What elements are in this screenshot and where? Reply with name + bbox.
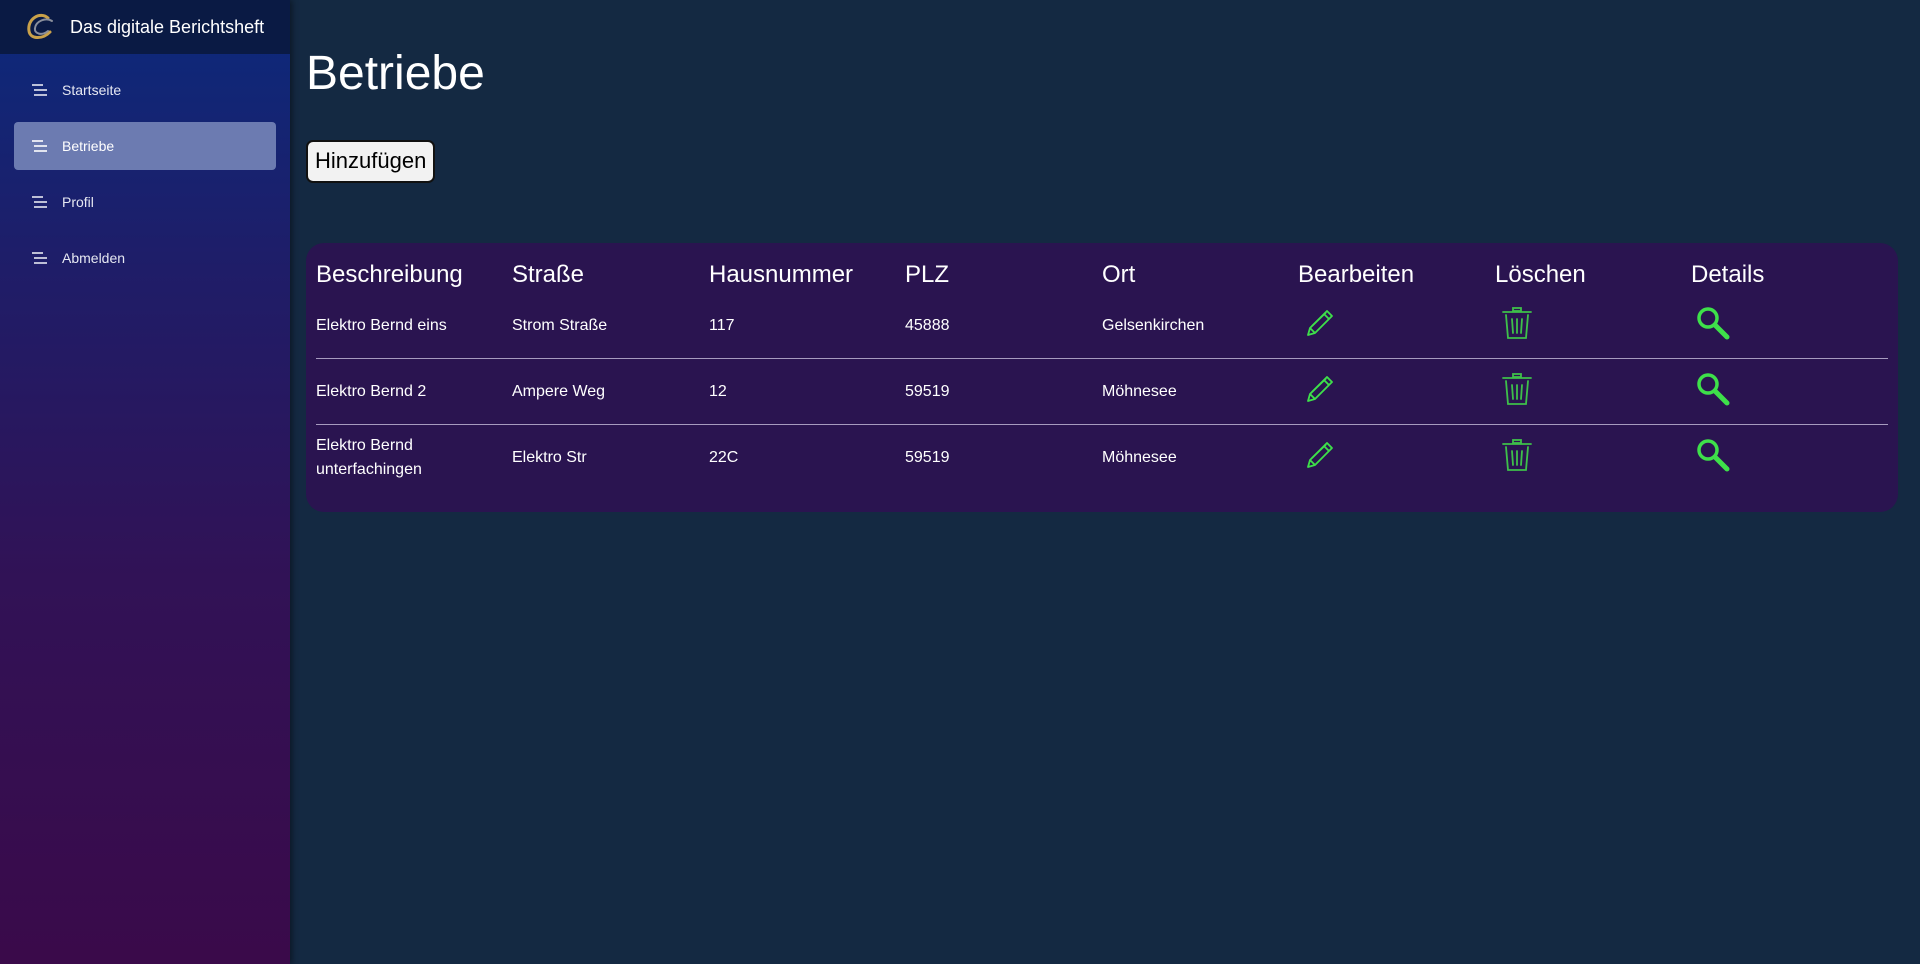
page-title: Betriebe xyxy=(306,47,485,100)
sidebar-item-profil[interactable]: Profil xyxy=(14,178,276,226)
trash-icon[interactable] xyxy=(1499,437,1535,473)
column-header-plz: PLZ xyxy=(905,261,950,288)
sidebar: Das digitale Berichtsheft Startseite Bet… xyxy=(0,0,290,964)
magnifier-icon[interactable] xyxy=(1695,305,1731,341)
cell-delete xyxy=(1495,293,1691,359)
sidebar-item-startseite[interactable]: Startseite xyxy=(14,66,276,114)
sidebar-item-label: Startseite xyxy=(62,82,122,98)
column-header-ort: Ort xyxy=(1102,261,1136,288)
menu-lines-icon xyxy=(32,84,47,96)
betriebe-table: Beschreibung Straße Hausnummer PLZ Ort B… xyxy=(316,257,1888,490)
column-header-beschreibung: Beschreibung xyxy=(316,261,463,288)
column-header-hausnummer: Hausnummer xyxy=(709,261,854,288)
cell-strasse: Elektro Str xyxy=(512,448,587,466)
sidebar-item-betriebe[interactable]: Betriebe xyxy=(14,122,276,170)
brand-header: Das digitale Berichtsheft xyxy=(0,0,290,54)
add-button[interactable]: Hinzufügen xyxy=(306,140,436,183)
cell-hausnummer: 22C xyxy=(709,448,739,466)
cell-edit xyxy=(1298,358,1495,425)
menu-lines-icon xyxy=(32,252,47,264)
cell-ort: Möhnesee xyxy=(1102,448,1177,466)
table-header-row: Beschreibung Straße Hausnummer PLZ Ort B… xyxy=(316,257,1888,293)
cell-plz: 59519 xyxy=(905,448,950,466)
cell-beschreibung: Elektro Bernd 2 xyxy=(316,358,512,425)
cell-ort: Gelsenkirchen xyxy=(1102,293,1298,359)
table-row: Elektro Bernd 2 Ampere Weg 12 59519 Möhn… xyxy=(316,358,1888,425)
sidebar-item-label: Profil xyxy=(62,194,94,210)
cell-ort: Möhnesee xyxy=(1102,358,1298,425)
pencil-icon[interactable] xyxy=(1302,437,1338,473)
cell-beschreibung: Elektro Bernd unterfachingen xyxy=(316,436,422,478)
cell-details xyxy=(1691,358,1888,425)
pencil-icon[interactable] xyxy=(1302,305,1338,341)
betriebe-table-card: Beschreibung Straße Hausnummer PLZ Ort B… xyxy=(306,243,1898,512)
column-header-strasse: Straße xyxy=(512,261,585,288)
trash-icon[interactable] xyxy=(1499,371,1535,407)
cell-delete xyxy=(1495,425,1691,491)
cell-plz: 45888 xyxy=(905,293,1102,359)
cell-hausnummer: 117 xyxy=(709,293,905,359)
menu-lines-icon xyxy=(32,196,47,208)
magnifier-icon[interactable] xyxy=(1695,437,1731,473)
cell-strasse: Ampere Weg xyxy=(512,358,709,425)
cell-plz: 59519 xyxy=(905,358,1102,425)
trash-icon[interactable] xyxy=(1499,305,1535,341)
magnifier-icon[interactable] xyxy=(1695,371,1731,407)
cell-hausnummer: 12 xyxy=(709,358,905,425)
table-row: Elektro Bernd unterfachingen Elektro Str… xyxy=(316,425,1888,491)
column-header-details: Details xyxy=(1691,261,1765,288)
app-title: Das digitale Berichtsheft xyxy=(70,16,265,37)
cell-edit xyxy=(1298,293,1495,359)
table-row: Elektro Bernd eins Strom Straße 117 4588… xyxy=(316,293,1888,359)
cell-details xyxy=(1691,293,1888,359)
menu-lines-icon xyxy=(32,140,47,152)
sidebar-nav: Startseite Betriebe Profil Abmelden xyxy=(0,54,290,282)
pencil-icon[interactable] xyxy=(1302,371,1338,407)
cell-edit xyxy=(1298,425,1495,491)
sidebar-item-abmelden[interactable]: Abmelden xyxy=(14,234,276,282)
main-content: Betriebe Hinzufügen Beschreibung Straße … xyxy=(306,0,1904,512)
column-header-loeschen: Löschen xyxy=(1495,261,1586,288)
cell-delete xyxy=(1495,358,1691,425)
cell-strasse: Strom Straße xyxy=(512,293,709,359)
sidebar-item-label: Abmelden xyxy=(62,250,126,266)
cell-details xyxy=(1691,425,1888,491)
app-logo-icon xyxy=(27,13,53,39)
sidebar-item-label: Betriebe xyxy=(62,138,115,154)
column-header-bearbeiten: Bearbeiten xyxy=(1298,261,1415,288)
cell-beschreibung: Elektro Bernd eins xyxy=(316,293,512,359)
